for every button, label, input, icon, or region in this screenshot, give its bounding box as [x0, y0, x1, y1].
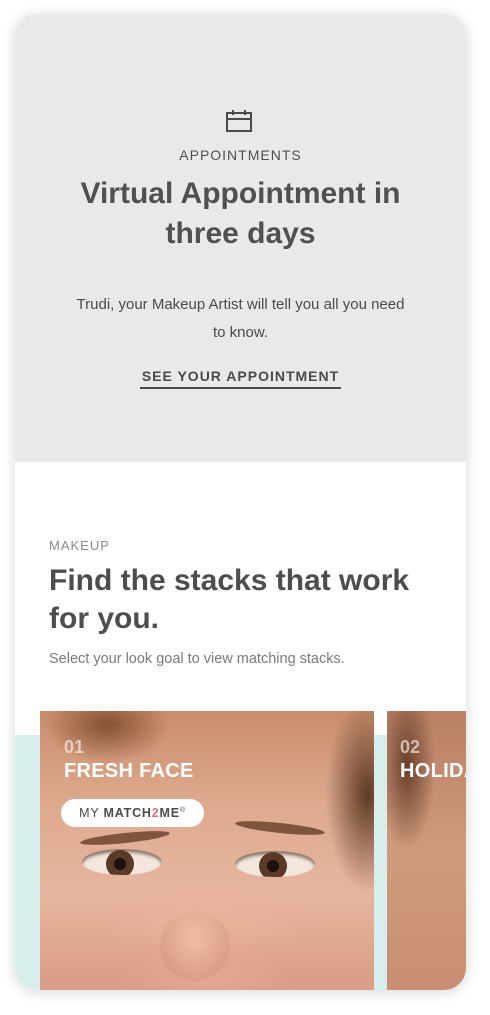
- look-name: HOLIDAY: [400, 760, 466, 782]
- face-photo: [387, 711, 466, 990]
- registered-mark: ®: [179, 806, 186, 814]
- appointment-body: Trudi, your Makeup Artist will tell you …: [76, 296, 405, 341]
- appointment-section: APPOINTMENTS Virtual Appointment in thre…: [15, 14, 466, 462]
- badge-prefix: MY: [79, 806, 100, 820]
- look-number: 02: [400, 737, 421, 757]
- calendar-icon: [226, 110, 252, 132]
- look-name: FRESH FACE: [64, 760, 194, 782]
- face-photo: [40, 711, 374, 990]
- appointments-eyebrow: APPOINTMENTS: [179, 147, 302, 163]
- app-screen: APPOINTMENTS Virtual Appointment in thre…: [15, 14, 466, 990]
- look-number: 01: [64, 737, 85, 757]
- makeup-title: Find the stacks that work for you.: [49, 564, 410, 635]
- badge-brand-a: MATCH: [103, 806, 152, 820]
- makeup-eyebrow: MAKEUP: [49, 538, 110, 553]
- badge-brand-b: ME: [159, 806, 180, 820]
- look-card-fresh-face[interactable]: 01 FRESH FACE MY MATCH2ME®: [40, 711, 374, 990]
- makeup-subtitle: Select your look goal to view matching s…: [49, 651, 345, 667]
- see-appointment-link[interactable]: SEE YOUR APPOINTMENT: [140, 368, 341, 389]
- match2me-badge[interactable]: MY MATCH2ME®: [61, 799, 204, 827]
- badge-brand-accent: 2: [151, 806, 160, 820]
- look-card-holiday[interactable]: 02 HOLIDAY: [387, 711, 466, 990]
- appointment-title: Virtual Appointment in three days: [80, 177, 401, 250]
